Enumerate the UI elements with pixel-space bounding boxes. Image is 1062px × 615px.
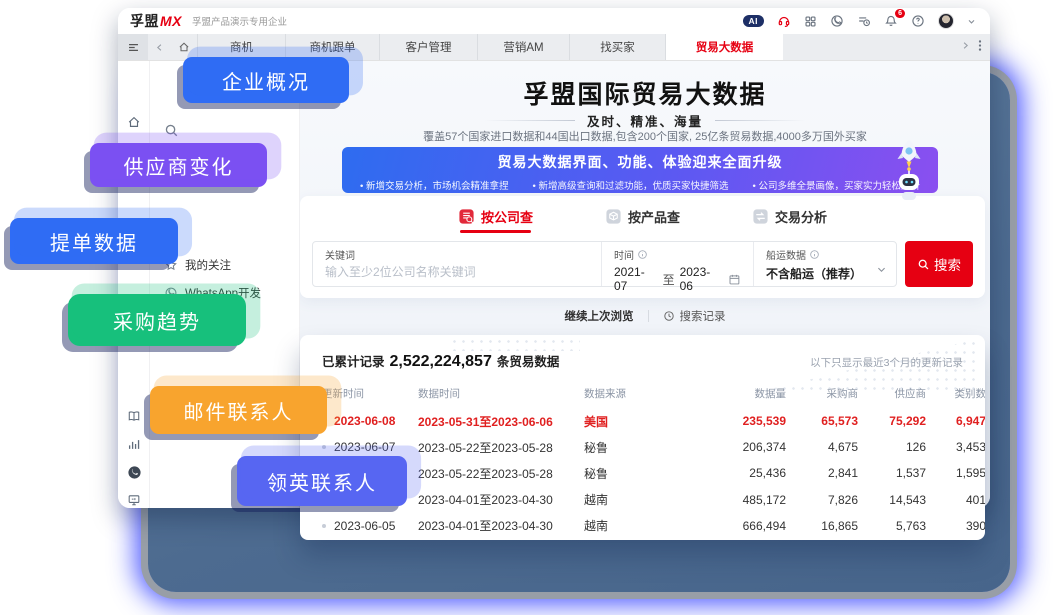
dot-decoration bbox=[450, 337, 580, 351]
notification-badge: 6 bbox=[895, 9, 905, 18]
overlay-label-linkedin-contacts: 领英联系人 bbox=[237, 456, 407, 506]
product-search-icon bbox=[605, 208, 622, 225]
calendar-icon bbox=[728, 273, 741, 286]
time-range-field[interactable]: 时间 2021-07至2023-06 bbox=[601, 242, 753, 286]
records-table-card: 已累计记录 2,522,224,857 条贸易数据 以下只显示最近3个月的更新记… bbox=[300, 335, 985, 540]
chevron-down-icon bbox=[876, 262, 887, 280]
help-icon[interactable] bbox=[911, 14, 925, 28]
shipping-data-select[interactable]: 船运数据 不含船运（推荐） bbox=[753, 242, 896, 286]
ai-assistant-badge[interactable]: AI bbox=[743, 15, 765, 28]
company-subtitle: 孚盟产品演示专用企业 bbox=[192, 14, 287, 28]
overlay-label-company-profile: 企业概况 bbox=[183, 57, 349, 103]
banner-title: 贸易大数据界面、功能、体验迎来全面升级 bbox=[342, 147, 938, 172]
continue-browsing-link[interactable]: 继续上次浏览 bbox=[565, 308, 634, 324]
keyword-field[interactable]: 关键词 bbox=[313, 242, 601, 286]
monitor-icon[interactable] bbox=[127, 493, 141, 508]
table-row[interactable]: 2023-06-07 2023-05-22至2023-05-28秘鲁 206,3… bbox=[322, 434, 985, 460]
avatar[interactable] bbox=[938, 13, 954, 29]
overlay-label-supplier-changes: 供应商变化 bbox=[90, 143, 267, 187]
clock-icon bbox=[663, 310, 675, 322]
overlay-label-bill-of-lading: 提单数据 bbox=[10, 218, 178, 264]
brand-logo: 孚盟MX bbox=[130, 11, 182, 31]
menu-burger-icon[interactable] bbox=[118, 34, 148, 60]
search-button[interactable]: 搜索 bbox=[905, 241, 973, 287]
back-icon[interactable] bbox=[148, 34, 171, 60]
table-row[interactable]: 2023-06-06 2023-05-22至2023-05-28秘鲁 25,43… bbox=[322, 460, 985, 486]
search-tabs: 按公司查 按产品查 交易分析 bbox=[300, 196, 985, 233]
search-card: 按公司查 按产品查 交易分析 bbox=[300, 196, 985, 298]
coverage-description: 覆盖57个国家进口数据和44国出口数据,包含200个国家, 25亿条贸易数据,4… bbox=[300, 128, 990, 144]
tab-trade-bigdata[interactable]: 贸易大数据 bbox=[665, 34, 783, 60]
overlay-label-email-contacts: 邮件联系人 bbox=[150, 386, 327, 434]
table-row[interactable]: 2023-06-05 2023-01-01至2023-01-01委内瑞拉 23,… bbox=[322, 539, 985, 540]
apps-grid-icon[interactable] bbox=[804, 15, 817, 28]
chevron-down-icon[interactable] bbox=[967, 17, 976, 26]
headset-icon[interactable] bbox=[777, 14, 791, 28]
trade-analysis-icon bbox=[752, 208, 769, 225]
trade-data-table: 更新时间 数据时间 数据来源 数据量 采购商 供应商 类别数 2023-06-0… bbox=[322, 381, 985, 540]
table-row[interactable]: 2023-06-05 2023-04-01至2023-04-30越南 666,4… bbox=[322, 513, 985, 539]
keyword-input[interactable] bbox=[325, 265, 589, 279]
info-icon bbox=[637, 249, 648, 260]
search-tab-by-company[interactable]: 按公司查 bbox=[458, 207, 533, 233]
divider bbox=[648, 310, 649, 322]
shipping-selected-value: 不含船运（推荐） bbox=[766, 265, 884, 282]
table-row[interactable]: 2023-06-08 2023-05-31至2023-06-06美国 235,5… bbox=[322, 408, 985, 434]
company-search-icon bbox=[458, 208, 475, 225]
book-icon[interactable] bbox=[127, 409, 141, 428]
search-tab-trade-analysis[interactable]: 交易分析 bbox=[752, 207, 827, 233]
rocket-mascot-icon bbox=[888, 138, 930, 215]
shipping-label: 船运数据 bbox=[766, 247, 806, 262]
keyword-label: 关键词 bbox=[325, 247, 589, 262]
search-form-group: 关键词 时间 2021-07至2023-06 船运数据 bbox=[312, 241, 897, 287]
more-vert-icon[interactable] bbox=[978, 39, 982, 55]
search-tab-by-product[interactable]: 按产品查 bbox=[605, 207, 680, 233]
total-records-count: 2,522,224,857 bbox=[390, 353, 492, 371]
time-label: 时间 bbox=[614, 247, 634, 262]
tab-find-buyers[interactable]: 找买家 bbox=[569, 34, 665, 60]
magnifier-icon bbox=[917, 258, 930, 271]
info-icon bbox=[809, 249, 820, 260]
chevron-right-icon[interactable] bbox=[961, 41, 970, 53]
bell-icon[interactable]: 6 bbox=[884, 14, 898, 28]
stats-row: 已累计记录 2,522,224,857 条贸易数据 以下只显示最近3个月的更新记… bbox=[322, 351, 963, 371]
recent-records-note: 以下只显示最近3个月的更新记录 bbox=[810, 355, 963, 370]
table-row[interactable]: 2023-06-06 2023-04-01至2023-04-30越南 485,1… bbox=[322, 487, 985, 513]
whatsapp-rail-icon[interactable] bbox=[127, 465, 142, 485]
overlay-label-purchase-trends: 采购趋势 bbox=[68, 294, 246, 346]
table-header: 更新时间 数据时间 数据来源 数据量 采购商 供应商 类别数 bbox=[322, 381, 985, 408]
quick-links-row: 继续上次浏览 搜索记录 bbox=[300, 308, 990, 324]
page-title: 孚盟国际贸易大数据 bbox=[300, 75, 990, 111]
titlebar: 孚盟MX 孚盟产品演示专用企业 AI 6 bbox=[118, 8, 990, 34]
tab-customers[interactable]: 客户管理 bbox=[379, 34, 477, 60]
chart-icon[interactable] bbox=[127, 437, 141, 456]
task-history-icon[interactable] bbox=[857, 14, 871, 28]
whatsapp-icon[interactable] bbox=[830, 14, 844, 28]
search-history-link[interactable]: 搜索记录 bbox=[663, 308, 726, 324]
screenshot-stage: 孚盟MX 孚盟产品演示专用企业 AI 6 商机 商机跟单 客户管理 营销AM bbox=[0, 0, 1062, 615]
banner-bullets: • 新增交易分析，市场机会精准拿捏 • 新增高级查询和过滤功能，优质买家快捷筛选… bbox=[342, 172, 938, 192]
home-icon[interactable] bbox=[127, 115, 141, 134]
tab-marketing[interactable]: 营销AM bbox=[477, 34, 569, 60]
upgrade-banner[interactable]: 贸易大数据界面、功能、体验迎来全面升级 • 新增交易分析，市场机会精准拿捏 • … bbox=[342, 147, 938, 193]
